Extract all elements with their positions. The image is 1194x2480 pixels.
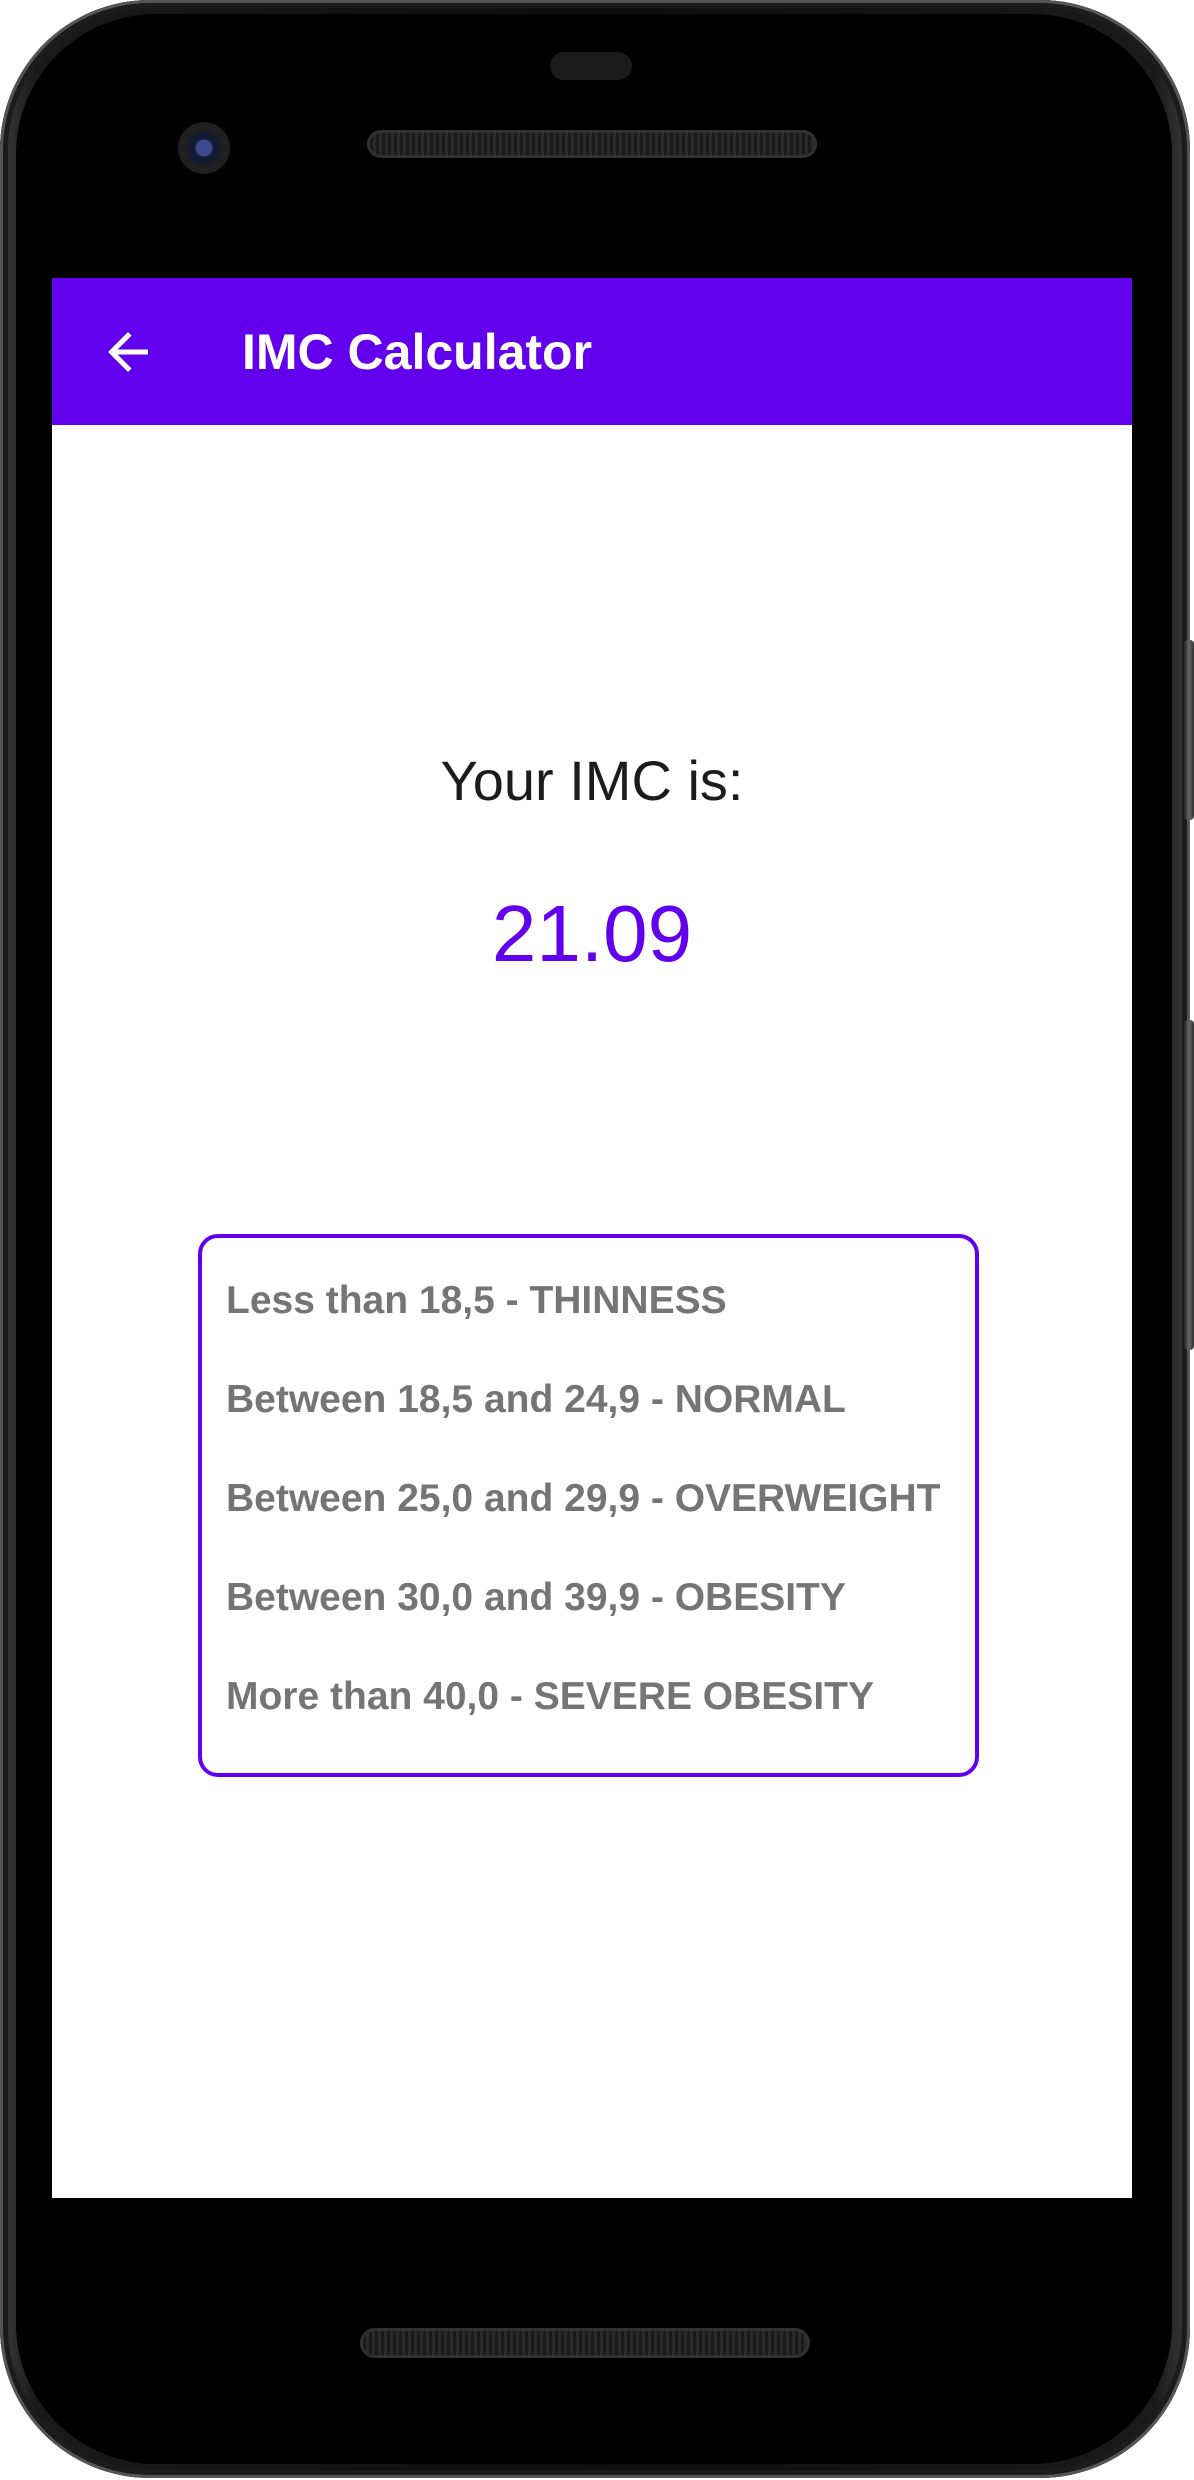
imc-value: 21.09: [491, 889, 693, 978]
range-thinness: Less than 18,5 - THINNESS: [226, 1279, 727, 1322]
earpiece: [550, 52, 632, 80]
power-button: [1184, 1020, 1194, 1350]
imc-ranges-card: Less than 18,5 - THINNESS Between 18,5 a…: [198, 1234, 979, 1777]
app-bar: IMC Calculator: [52, 278, 1132, 425]
range-severe-obesity: More than 40,0 - SEVERE OBESITY: [226, 1675, 874, 1718]
range-overweight: Between 25,0 and 29,9 - OVERWEIGHT: [226, 1477, 941, 1520]
volume-button: [1184, 640, 1194, 820]
arrow-back-icon[interactable]: [98, 322, 158, 382]
bottom-speaker-grille: [360, 2328, 810, 2358]
result-label: Your IMC is:: [440, 749, 744, 812]
range-normal: Between 18,5 and 24,9 - NORMAL: [226, 1378, 846, 1421]
app-title: IMC Calculator: [242, 324, 593, 380]
phone-device: IMC Calculator Your IMC is: 21.09 Less t…: [0, 0, 1194, 2480]
imc-ranges-list: Less than 18,5 - THINNESS Between 18,5 a…: [226, 1276, 941, 1771]
top-speaker-grille: [367, 130, 817, 158]
range-obesity: Between 30,0 and 39,9 - OBESITY: [226, 1576, 846, 1619]
app-screen: IMC Calculator Your IMC is: 21.09 Less t…: [52, 278, 1132, 2198]
front-camera-icon: [178, 122, 230, 174]
